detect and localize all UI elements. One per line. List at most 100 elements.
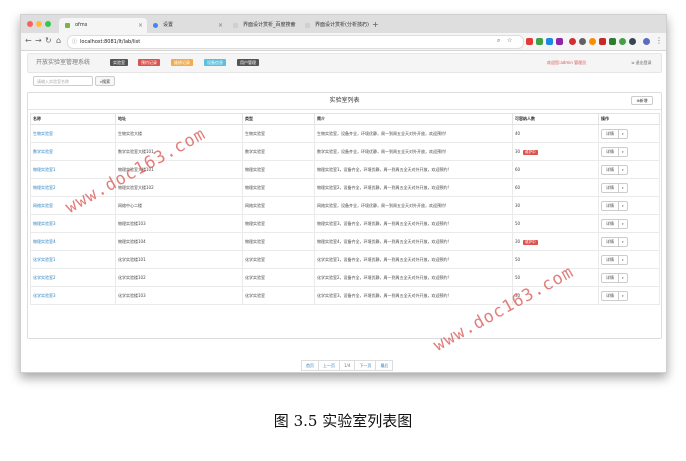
detail-button[interactable]: 详情 — [602, 255, 619, 264]
detail-button-group[interactable]: 详情 ▾ — [601, 272, 628, 283]
chevron-down-icon[interactable]: ▾ — [619, 256, 627, 264]
back-arrow-icon[interactable]: ← — [25, 36, 32, 46]
lab-name-link[interactable]: 物理实验室3 — [30, 214, 116, 233]
chevron-down-icon[interactable]: ▾ — [619, 220, 627, 228]
welcome-text[interactable]: 欢迎您:admin 管理员 — [547, 54, 586, 72]
new-tab-button[interactable]: + — [372, 18, 379, 32]
detail-button[interactable]: 详情 — [602, 129, 619, 138]
tab-baidu-search[interactable]: 界面设计赏析_百度搜索 × — [227, 18, 299, 33]
lab-capacity-cell: 50 — [512, 214, 599, 233]
menu-icon[interactable]: ⋮ — [655, 36, 663, 46]
maximize-window-button[interactable] — [45, 21, 51, 27]
detail-button[interactable]: 详情 — [602, 219, 619, 228]
search-icon[interactable]: ⌕ — [497, 37, 504, 44]
chevron-down-icon[interactable]: ▾ — [619, 184, 627, 192]
close-window-button[interactable] — [27, 21, 33, 27]
logout-link[interactable]: ⇲ 退出登录 — [631, 54, 652, 72]
detail-button-group[interactable]: 详情 ▾ — [601, 128, 628, 139]
chevron-down-icon[interactable]: ▾ — [619, 202, 627, 210]
col-name[interactable]: 名称 — [30, 113, 116, 125]
extension-icon[interactable] — [619, 38, 626, 45]
detail-button-group[interactable]: 详情 ▾ — [601, 236, 628, 247]
lab-name-link[interactable]: 化学实验室3 — [30, 286, 116, 305]
nav-users[interactable]: 用户管理 — [237, 59, 259, 66]
lab-name-link[interactable]: 生物实验室 — [30, 124, 116, 143]
lab-type: 化学实验室 — [242, 268, 315, 287]
nav-lab[interactable]: 实验室 — [110, 59, 128, 66]
detail-button[interactable]: 详情 — [602, 147, 619, 156]
lab-name-link[interactable]: 物理实验室4 — [30, 232, 116, 251]
extension-icon[interactable] — [629, 38, 636, 45]
avatar[interactable] — [643, 38, 650, 45]
col-intro[interactable]: 简介 — [314, 113, 513, 125]
chevron-down-icon[interactable]: ▾ — [619, 148, 627, 156]
close-icon[interactable]: × — [360, 18, 365, 33]
page-next[interactable]: 下一页 — [354, 360, 377, 371]
chevron-down-icon[interactable]: ▾ — [619, 238, 627, 246]
extension-icon[interactable] — [546, 38, 553, 45]
close-icon[interactable]: × — [290, 18, 295, 33]
extension-icon[interactable] — [579, 38, 586, 45]
detail-button-group[interactable]: 详情 ▾ — [601, 254, 628, 265]
chevron-down-icon[interactable]: ▾ — [619, 130, 627, 138]
detail-button-group[interactable]: 详情 ▾ — [601, 200, 628, 211]
page-prev[interactable]: 上一页 — [318, 360, 340, 371]
brand-title[interactable]: 开放实验室管理系统 — [36, 54, 90, 72]
lab-name-link[interactable]: 化学实验室2 — [30, 268, 116, 287]
detail-button-group[interactable]: 详情 ▾ — [601, 290, 628, 301]
close-icon[interactable]: × — [218, 18, 223, 33]
star-icon[interactable]: ☆ — [507, 37, 514, 44]
lab-name-link[interactable]: 化学实验室1 — [30, 250, 116, 269]
forward-arrow-icon[interactable]: → — [35, 36, 42, 46]
detail-button-group[interactable]: 详情 ▾ — [601, 164, 628, 175]
col-address[interactable]: 地址 — [115, 113, 243, 125]
chevron-down-icon[interactable]: ▾ — [619, 292, 627, 300]
home-icon[interactable]: ⌂ — [56, 36, 61, 46]
nav-booking[interactable]: 预约记录 — [138, 59, 160, 66]
chevron-down-icon[interactable]: ▾ — [619, 274, 627, 282]
detail-button[interactable]: 详情 — [602, 273, 619, 282]
col-type[interactable]: 类型 — [242, 113, 315, 125]
lab-type: 物理实验室 — [242, 178, 315, 197]
detail-button[interactable]: 详情 — [602, 201, 619, 210]
nav-equipment[interactable]: 设备信息 — [204, 59, 226, 66]
add-button[interactable]: ⊕新增 — [631, 96, 653, 105]
col-capacity[interactable]: 可容纳人数 — [512, 113, 599, 125]
lab-intro: 物理实验室1，设备齐全，环境优静，周一到周五全天对外开放，欢迎预约! — [314, 160, 513, 179]
actions-cell: 详情 ▾ — [598, 286, 660, 305]
nav-repair[interactable]: 维修记录 — [171, 59, 193, 66]
detail-button[interactable]: 详情 — [602, 237, 619, 246]
lab-type: 物理实验室 — [242, 160, 315, 179]
search-button[interactable]: ⌕搜索 — [95, 76, 115, 86]
detail-button-group[interactable]: 详情 ▾ — [601, 146, 628, 157]
extension-icon[interactable] — [609, 38, 616, 45]
detail-button[interactable]: 详情 — [602, 291, 619, 300]
detail-button-group[interactable]: 详情 ▾ — [601, 182, 628, 193]
minimize-window-button[interactable] — [36, 21, 42, 27]
address-bar[interactable]: ⓘ localhost:8081/lt/lab/list — [67, 35, 524, 49]
chevron-down-icon[interactable]: ▾ — [619, 166, 627, 174]
lab-capacity: 30 — [515, 238, 521, 244]
search-input[interactable]: 请输入实验室名称 — [33, 76, 93, 86]
detail-button[interactable]: 详情 — [602, 183, 619, 192]
lab-name-link[interactable]: 数学实验室 — [30, 142, 116, 161]
extension-icon[interactable] — [589, 38, 596, 45]
page-last[interactable]: 最后 — [375, 360, 394, 371]
reload-icon[interactable]: ↻ — [45, 36, 52, 46]
extension-icon[interactable] — [536, 38, 543, 45]
extension-icon[interactable] — [569, 38, 576, 45]
extension-icon[interactable] — [526, 38, 533, 45]
actions-cell: 详情 ▾ — [598, 142, 660, 161]
close-icon[interactable]: × — [138, 18, 143, 33]
extension-icon[interactable] — [556, 38, 563, 45]
lab-capacity: 60 — [515, 185, 521, 190]
detail-button-group[interactable]: 详情 ▾ — [601, 218, 628, 229]
tab-design-analysis[interactable]: 界面设计赏析(分析技巧) × — [299, 18, 369, 33]
detail-button[interactable]: 详情 — [602, 165, 619, 174]
tab-settings[interactable]: 设置 × — [147, 18, 227, 33]
extension-icon[interactable] — [599, 38, 606, 45]
page-first[interactable]: 首页 — [301, 360, 319, 371]
lab-intro: 化学实验室2，设备齐全，环境优静，周一到周五全天对外开放，欢迎预约! — [314, 268, 513, 287]
lab-name-link[interactable]: 物理实验室1 — [30, 160, 116, 179]
tab-ofms[interactable]: ofms × — [59, 18, 147, 33]
